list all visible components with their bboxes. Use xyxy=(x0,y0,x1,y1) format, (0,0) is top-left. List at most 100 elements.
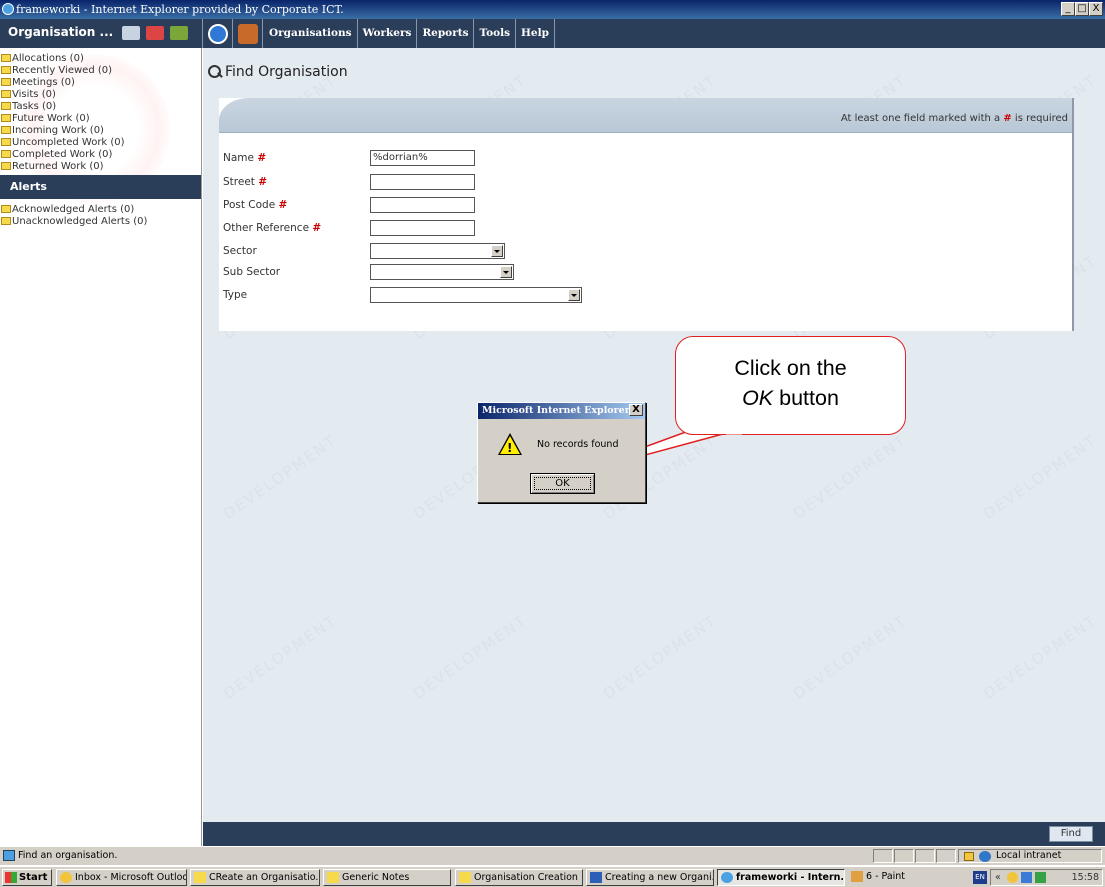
minimize-button[interactable]: _ xyxy=(1061,2,1075,16)
task-label: frameworki - Intern... xyxy=(736,872,845,883)
sidebar-item-uncompleted-work[interactable]: Uncompleted Work (0) xyxy=(0,136,201,148)
close-window-button[interactable]: X xyxy=(1089,2,1103,16)
find-button[interactable]: Find xyxy=(1049,826,1093,842)
sidebar-item-completed-work[interactable]: Completed Work (0) xyxy=(0,148,201,160)
required-note-text: At least one field marked with a xyxy=(840,113,1001,124)
chevron-down-icon[interactable] xyxy=(568,289,580,301)
sidebar-item-label: Unacknowledged Alerts (0) xyxy=(12,215,148,227)
language-indicator[interactable]: EN xyxy=(973,871,987,884)
task-paint[interactable]: 6 - Paint xyxy=(848,869,976,886)
sidebar-item-allocations[interactable]: Allocations (0) xyxy=(0,52,201,64)
find-form-panel: At least one field marked with a # is re… xyxy=(219,98,1074,331)
monitor-icon[interactable] xyxy=(1035,872,1046,883)
maximize-button[interactable]: □ xyxy=(1075,2,1089,16)
folder-icon xyxy=(1,205,11,213)
folder-icon xyxy=(1,66,11,74)
outlook-tray-icon[interactable] xyxy=(1007,872,1018,883)
menu-organisations[interactable]: Organisations xyxy=(264,19,358,48)
zone-label: Local intranet xyxy=(996,850,1062,861)
sidebar-item-meetings[interactable]: Meetings (0) xyxy=(0,76,201,88)
postcode-input[interactable] xyxy=(370,197,475,213)
postcode-label: Post Code # xyxy=(223,199,288,211)
calendar-icon[interactable] xyxy=(122,26,140,40)
folder-icon xyxy=(1,138,11,146)
street-input[interactable] xyxy=(370,174,475,190)
page-icon xyxy=(3,850,15,861)
task-outlook[interactable]: Inbox - Microsoft Outlook xyxy=(56,869,187,886)
page-title-text: Find Organisation xyxy=(225,64,348,80)
sidebar-item-future-work[interactable]: Future Work (0) xyxy=(0,112,201,124)
callout-line2-text: button xyxy=(773,386,839,410)
menu-help[interactable]: Help xyxy=(516,19,555,48)
tray-expand-icon[interactable]: « xyxy=(995,870,1001,885)
sidebar-item-visits[interactable]: Visits (0) xyxy=(0,88,201,100)
sidebar-item-label: Returned Work (0) xyxy=(12,160,104,172)
folder-icon xyxy=(1,217,11,225)
folder-icon xyxy=(1,126,11,134)
sidebar-item-recently-viewed[interactable]: Recently Viewed (0) xyxy=(0,64,201,76)
start-label: Start xyxy=(19,872,48,883)
name-input[interactable]: %dorrian% xyxy=(370,150,475,166)
task-organisation-creation[interactable]: Organisation Creation xyxy=(455,869,583,886)
callout-emphasis: OK xyxy=(742,386,774,410)
menu-workers[interactable]: Workers xyxy=(358,19,418,48)
callout-line1: Click on the xyxy=(734,356,847,380)
sub-sector-select[interactable] xyxy=(370,264,514,280)
people-icon[interactable] xyxy=(146,26,164,40)
watermark-text: DEVELOPMENT xyxy=(219,431,341,523)
folder-icon xyxy=(1,78,11,86)
watermark-text: DEVELOPMENT xyxy=(219,611,341,703)
start-button[interactable]: Start xyxy=(2,869,52,886)
task-creating-new-organisation[interactable]: Creating a new Organi... xyxy=(586,869,714,886)
dialog-titlebar: Microsoft Internet Explorer X xyxy=(478,403,645,419)
sidebar-item-acknowledged-alerts[interactable]: Acknowledged Alerts (0) xyxy=(0,203,201,215)
lock-icon xyxy=(964,852,974,861)
toolbar-separator xyxy=(202,19,203,48)
chevron-down-icon[interactable] xyxy=(500,266,512,278)
other-reference-input[interactable] xyxy=(370,220,475,236)
browser-statusbar: Find an organisation. Local intranet xyxy=(0,846,1105,865)
internet-explorer-icon xyxy=(2,3,14,15)
home-icon[interactable] xyxy=(238,24,258,44)
sector-label: Sector xyxy=(223,245,257,257)
sector-select[interactable] xyxy=(370,243,505,259)
task-generic-notes[interactable]: Generic Notes xyxy=(323,869,451,886)
required-note-text: is required xyxy=(1014,113,1068,124)
folder-icon xyxy=(1,162,11,170)
status-cell xyxy=(936,849,956,863)
task-create-organisation[interactable]: CReate an Organisatio... xyxy=(190,869,320,886)
ok-button[interactable]: OK xyxy=(530,473,595,494)
sidebar-item-returned-work[interactable]: Returned Work (0) xyxy=(0,160,201,172)
word-document-icon xyxy=(590,872,602,883)
sidebar-item-label: Visits (0) xyxy=(12,88,56,100)
sidebar-item-label: Incoming Work (0) xyxy=(12,124,104,136)
network-icon[interactable] xyxy=(1021,872,1032,883)
folder-icon xyxy=(1,102,11,110)
task-frameworki[interactable]: frameworki - Intern... xyxy=(717,869,845,886)
back-arrow-icon[interactable] xyxy=(208,24,228,44)
paint-icon xyxy=(851,871,863,882)
menu-reports[interactable]: Reports xyxy=(417,19,475,48)
type-select[interactable] xyxy=(370,287,582,303)
watermark-text: DEVELOPMENT xyxy=(409,611,531,703)
sidebar-item-tasks[interactable]: Tasks (0) xyxy=(0,100,201,112)
folder-icon xyxy=(1,54,11,62)
organisation-icon[interactable] xyxy=(170,26,188,40)
sidebar-item-label: Uncompleted Work (0) xyxy=(12,136,125,148)
task-label: 6 - Paint xyxy=(866,871,906,882)
status-cell xyxy=(915,849,935,863)
dialog-close-button[interactable]: X xyxy=(629,404,643,416)
alerts-header: Alerts xyxy=(0,175,201,199)
instruction-callout: Click on the OK button xyxy=(675,336,906,435)
menu-tools[interactable]: Tools xyxy=(474,19,516,48)
sidebar-item-unacknowledged-alerts[interactable]: Unacknowledged Alerts (0) xyxy=(0,215,201,227)
sidebar-item-incoming-work[interactable]: Incoming Work (0) xyxy=(0,124,201,136)
window-titlebar: frameworki - Internet Explorer provided … xyxy=(0,0,1105,19)
type-label: Type xyxy=(223,289,248,301)
watermark-text: DEVELOPMENT xyxy=(979,431,1101,523)
dialog-title: Microsoft Internet Explorer xyxy=(482,405,630,416)
work-list: Allocations (0) Recently Viewed (0) Meet… xyxy=(0,48,201,227)
other-reference-label: Other Reference # xyxy=(223,222,322,234)
required-note: At least one field marked with a # is re… xyxy=(841,113,1068,124)
chevron-down-icon[interactable] xyxy=(491,245,503,257)
